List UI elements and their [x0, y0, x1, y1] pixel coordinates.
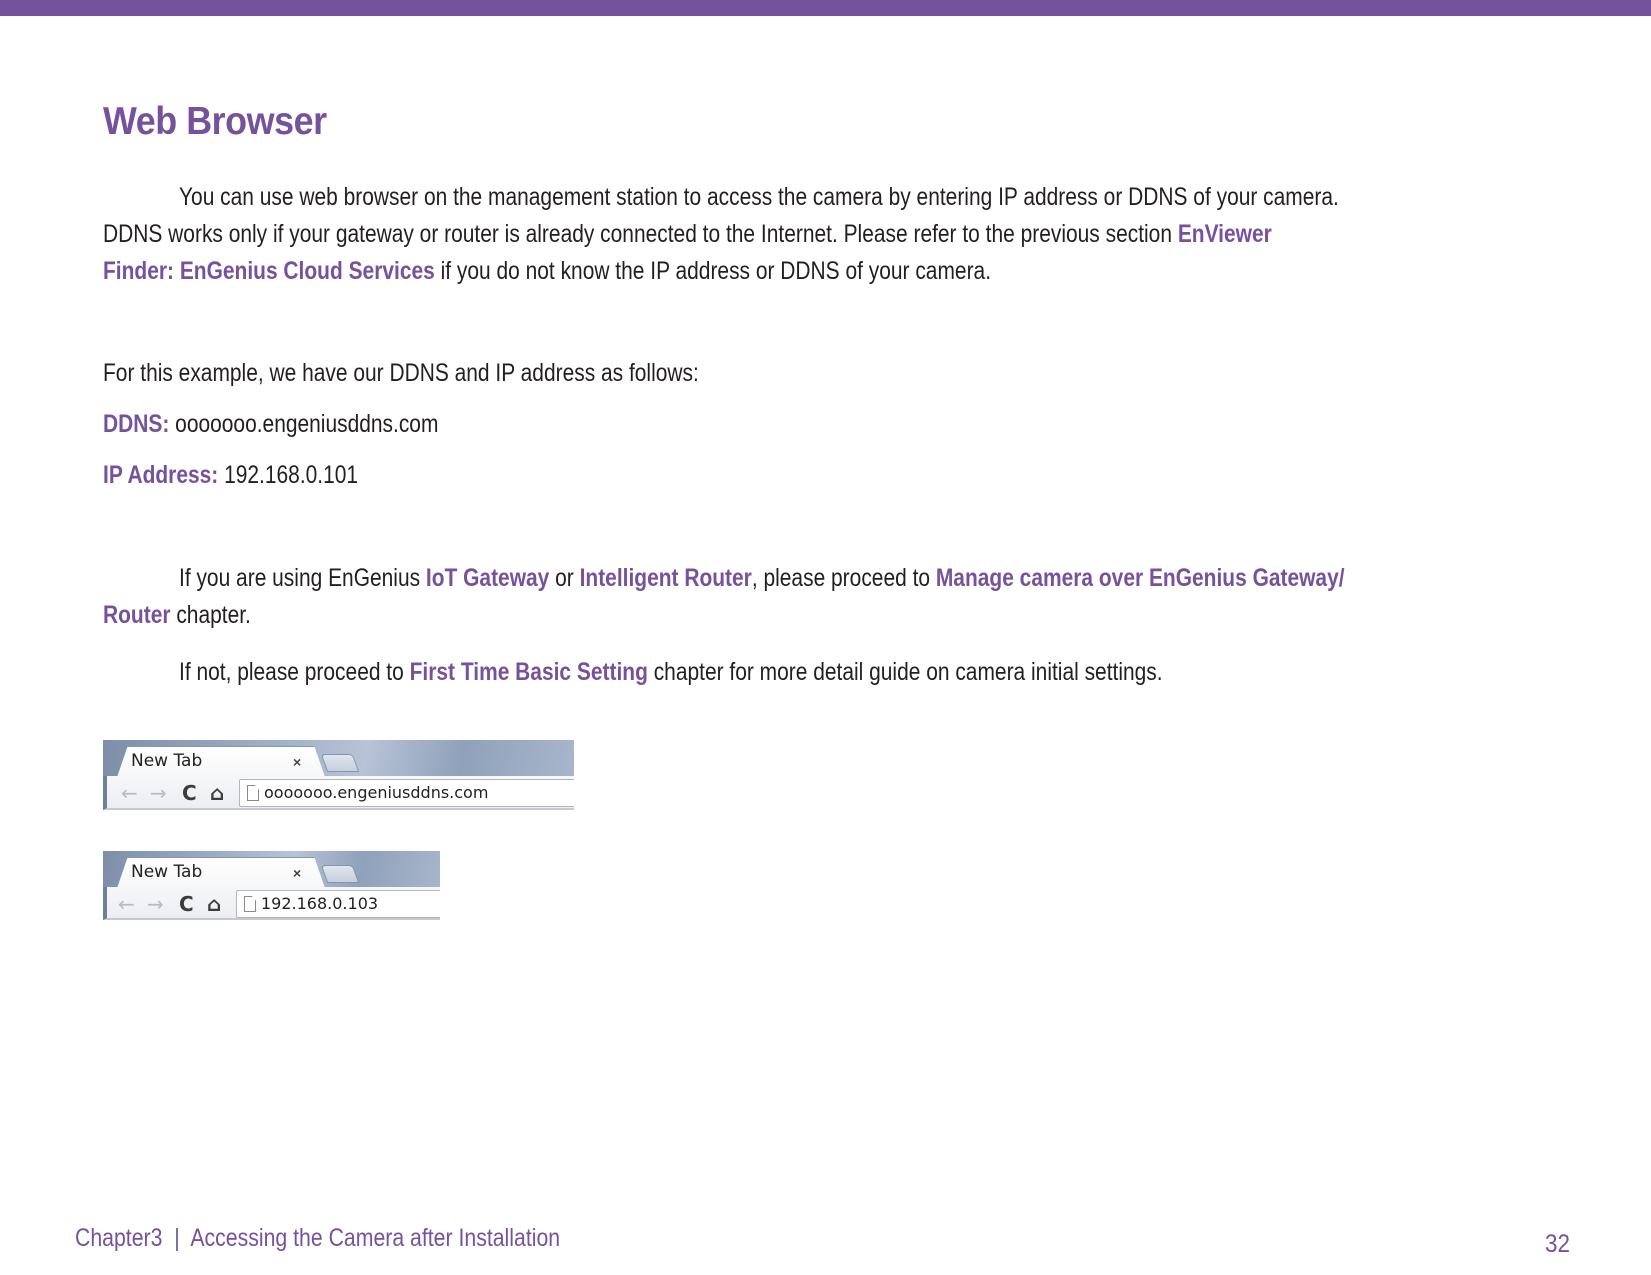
intro-line-3: Finder: EnGenius Cloud Services if you d… [103, 256, 991, 286]
ddns-label: DDNS: [103, 410, 170, 438]
footer-chapter: Chapter3 | Accessing the Camera after In… [75, 1224, 561, 1252]
proceed-text-a: If you are using EnGenius [179, 564, 426, 592]
address-bar: 192.168.0.103 [236, 890, 440, 918]
browser-screenshot-ddns: New Tab × ← → C ⌂ ooooooo.engeniusddns.c… [103, 740, 574, 810]
browser-toolbar: ← → C ⌂ 192.168.0.103 [103, 887, 440, 920]
ip-label: IP Address: [103, 461, 219, 489]
enviewer-finder-link[interactable]: Finder: EnGenius Cloud Services [103, 257, 435, 285]
forward-arrow-icon: → [147, 892, 164, 916]
ip-value: 192.168.0.101 [218, 461, 359, 489]
address-url: 192.168.0.103 [261, 894, 379, 913]
close-icon: × [293, 754, 302, 770]
proceed-text-d: chapter. [170, 601, 251, 629]
top-accent-bar [0, 0, 1651, 16]
ddns-row: DDNS: ooooooo.engeniusddns.com [103, 409, 438, 439]
reload-icon: C [182, 781, 197, 805]
home-icon: ⌂ [210, 781, 225, 805]
back-arrow-icon: ← [118, 892, 135, 916]
ddns-value: ooooooo.engeniusddns.com [169, 410, 439, 438]
proceed-line-1: If you are using EnGenius IoT Gateway or… [179, 563, 1345, 593]
manage-camera-link-cont[interactable]: Router [103, 601, 171, 629]
browser-toolbar: ← → C ⌂ ooooooo.engeniusddns.com [103, 776, 574, 810]
tab-label: New Tab [131, 751, 203, 771]
proceed-text-c: , please proceed to [751, 564, 936, 592]
page-number: 32 [1545, 1230, 1571, 1258]
intro-line-1: You can use web browser on the managemen… [179, 182, 1339, 212]
first-time-setting-link[interactable]: First Time Basic Setting [410, 658, 648, 686]
page-title: Web Browser [103, 100, 327, 143]
enviewer-link[interactable]: EnViewer [1178, 220, 1272, 248]
example-lead-text: For this example, we have our DDNS and I… [103, 359, 699, 387]
intro-text-2: DDNS works only if your gateway or route… [103, 220, 1178, 248]
address-url: ooooooo.engeniusddns.com [264, 783, 489, 802]
tab-label: New Tab [131, 862, 203, 882]
proceed-text-e: If not, please proceed to [179, 658, 410, 686]
proceed-line-2: Router chapter. [103, 600, 251, 630]
proceed-text-b: or [549, 564, 580, 592]
intro-line-2: DDNS works only if your gateway or route… [103, 219, 1272, 249]
page-icon [247, 785, 259, 801]
proceed-text-f: chapter for more detail guide on camera … [647, 658, 1163, 686]
new-tab-icon [320, 754, 360, 772]
forward-arrow-icon: → [150, 781, 167, 805]
intro-text-3: if you do not know the IP address or DDN… [434, 257, 992, 285]
intelligent-router-link[interactable]: Intelligent Router [580, 564, 752, 592]
ip-row: IP Address: 192.168.0.101 [103, 460, 358, 490]
home-icon: ⌂ [207, 892, 222, 916]
page-icon [244, 896, 256, 912]
intro-text-1: You can use web browser on the managemen… [179, 183, 1339, 211]
proceed-line-3: If not, please proceed to First Time Bas… [179, 657, 1163, 687]
example-lead: For this example, we have our DDNS and I… [103, 358, 699, 388]
iot-gateway-link[interactable]: IoT Gateway [426, 564, 549, 592]
browser-screenshot-ip: New Tab × ← → C ⌂ 192.168.0.103 [103, 851, 440, 920]
reload-icon: C [179, 892, 194, 916]
back-arrow-icon: ← [121, 781, 138, 805]
new-tab-icon [320, 865, 360, 883]
address-bar: ooooooo.engeniusddns.com [239, 779, 574, 807]
manage-camera-link[interactable]: Manage camera over EnGenius Gateway/ [936, 564, 1345, 592]
close-icon: × [293, 865, 302, 881]
